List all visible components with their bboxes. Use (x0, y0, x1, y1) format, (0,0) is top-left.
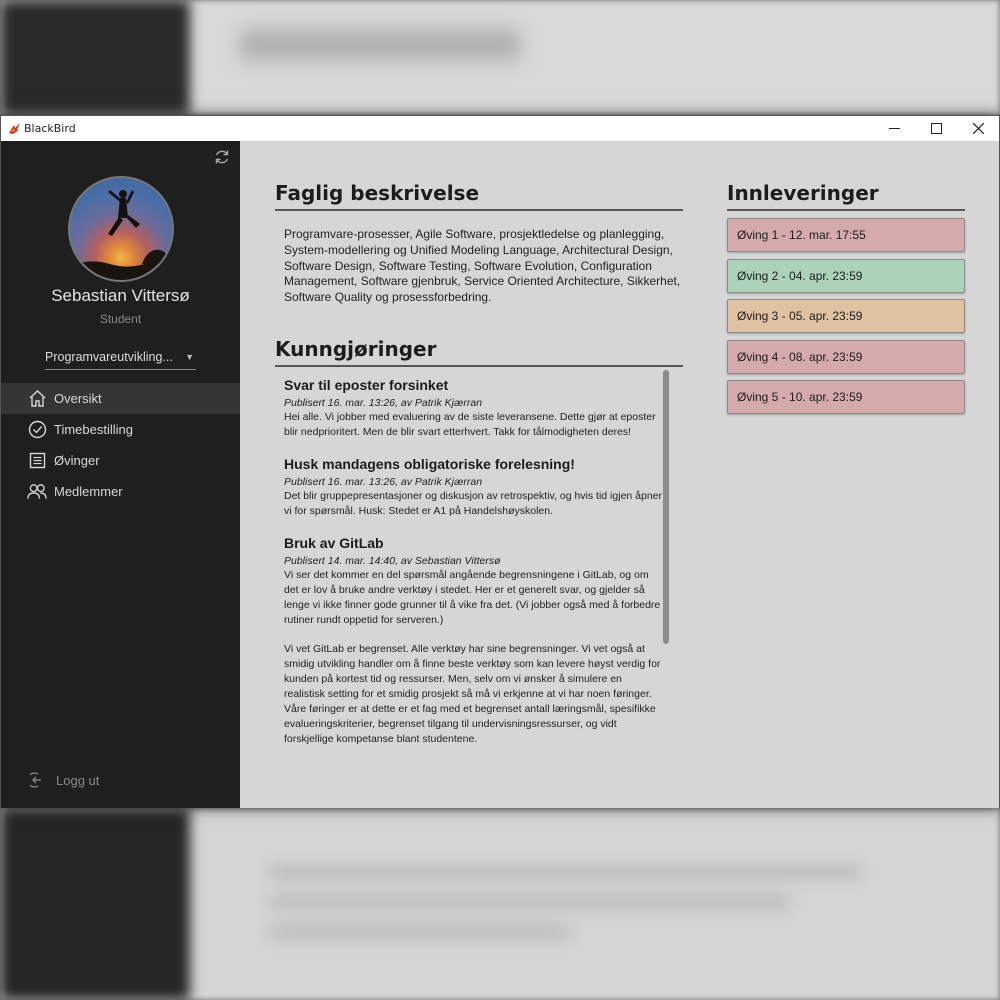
divider (275, 365, 683, 367)
background-sidebar-top (0, 0, 190, 115)
announcement-title: Husk mandagens obligatoriske forelesning… (284, 456, 575, 472)
logout-label: Logg ut (56, 772, 100, 788)
announcement-item: Bruk av GitLab Publisert 14. mar. 14:40,… (284, 535, 664, 747)
sidebar-item-label: Øvinger (54, 453, 100, 468)
user-name: Sebastian Vittersø (51, 286, 190, 305)
course-dropdown[interactable]: Programvareutvikling... ▼ (45, 344, 196, 370)
minimize-button[interactable] (873, 116, 915, 141)
sidebar-item-timebestilling[interactable]: Timebestilling (1, 414, 240, 445)
sidebar-item-label: Oversikt (54, 391, 102, 406)
list-icon (27, 451, 47, 471)
announcement-item: Svar til eposter forsinket Publisert 16.… (284, 377, 664, 440)
app-window: BlackBird Sebastian Vittersø Student Pro… (0, 115, 1000, 808)
announcement-body: Hei alle. Vi jobber med evaluering av de… (284, 411, 656, 438)
background-sidebar-bottom (0, 808, 190, 1000)
divider (727, 209, 965, 211)
announcement-item: Husk mandagens obligatoriske forelesning… (284, 456, 664, 519)
sidebar-item-medlemmer[interactable]: Medlemmer (1, 476, 240, 507)
course-description: Programvare-prosesser, Agile Software, p… (284, 227, 681, 305)
delivery-item[interactable]: Øving 4 - 08. apr. 23:59 (727, 339, 965, 374)
background-blur-text (270, 925, 570, 939)
background-blur-text (270, 895, 790, 909)
minimize-icon (888, 128, 900, 129)
announcement-title: Svar til eposter forsinket (284, 377, 449, 393)
delivery-item[interactable]: Øving 1 - 12. mar. 17:55 (727, 218, 965, 252)
delivery-item[interactable]: Øving 5 - 10. apr. 23:59 (727, 380, 965, 414)
announcement-title: Bruk av GitLab (284, 535, 384, 551)
delivery-list: Øving 1 - 12. mar. 17:55 Øving 2 - 04. a… (727, 218, 965, 421)
announcement-body: Det blir gruppepresentasjoner og diskusj… (284, 490, 663, 517)
background-blur-text (270, 865, 860, 879)
announcement-meta: Publisert 16. mar. 13:26, av Patrik Kjær… (284, 397, 483, 409)
logout-icon (29, 770, 49, 790)
close-button[interactable] (957, 116, 999, 141)
course-dropdown-value: Programvareutvikling... (45, 349, 173, 364)
blackbird-logo-icon (7, 122, 21, 136)
sidebar-item-label: Medlemmer (54, 484, 123, 499)
logout-button[interactable]: Logg ut (29, 770, 99, 790)
avatar (68, 176, 174, 282)
divider (275, 209, 683, 211)
delivery-item[interactable]: Øving 2 - 04. apr. 23:59 (727, 258, 965, 293)
maximize-icon (930, 123, 942, 134)
main-content: Faglig beskrivelse Programvare-prosesser… (240, 141, 999, 808)
deliveries-title: Innleveringer (727, 181, 879, 205)
description-title: Faglig beskrivelse (275, 181, 480, 205)
user-role: Student (99, 312, 142, 326)
home-icon (27, 389, 47, 409)
announcement-meta: Publisert 14. mar. 14:40, av Sebastian V… (284, 555, 501, 567)
sidebar-item-label: Timebestilling (54, 422, 133, 437)
chevron-down-icon: ▼ (185, 351, 194, 362)
announcement-list[interactable]: Svar til eposter forsinket Publisert 16.… (284, 377, 664, 802)
sidebar-item-oversikt[interactable]: Oversikt (1, 383, 240, 414)
sidebar: Sebastian Vittersø Student Programvareut… (1, 141, 240, 808)
window-title: BlackBird (24, 122, 76, 135)
background-blur-text (240, 30, 520, 60)
announcements-scrollbar[interactable] (663, 370, 669, 644)
announcement-body: Vi vet GitLab er begrenset. Alle verktøy… (284, 643, 661, 745)
title-bar[interactable]: BlackBird (1, 116, 999, 141)
check-circle-icon (27, 420, 47, 440)
announcement-meta: Publisert 16. mar. 13:26, av Patrik Kjær… (284, 476, 483, 488)
maximize-button[interactable] (915, 116, 957, 141)
refresh-icon[interactable] (213, 149, 231, 167)
sidebar-nav: Oversikt Timebestilling Øvinger Medlemme… (1, 383, 240, 507)
close-icon (972, 123, 984, 134)
users-icon (27, 482, 47, 502)
announcement-body: Vi ser det kommer en del spørsmål angåen… (284, 569, 661, 626)
announcements-title: Kunngjøringer (275, 337, 437, 361)
delivery-item[interactable]: Øving 3 - 05. apr. 23:59 (727, 299, 965, 333)
sidebar-item-ovinger[interactable]: Øvinger (1, 445, 240, 476)
